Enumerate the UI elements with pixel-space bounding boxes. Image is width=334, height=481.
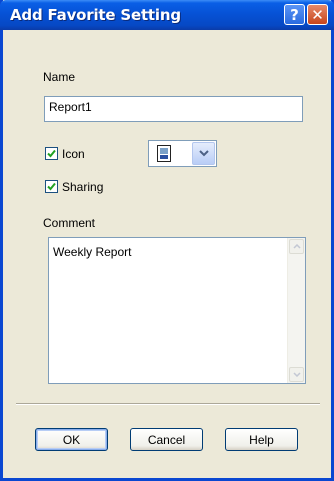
ok-button[interactable]: OK — [35, 428, 108, 451]
dialog-title: Add Favorite Setting — [10, 6, 181, 24]
document-icon — [157, 145, 171, 162]
checkmark-icon — [47, 149, 56, 158]
name-label: Name — [43, 70, 76, 84]
scroll-down-button[interactable] — [289, 367, 304, 382]
chevron-down-icon — [198, 150, 209, 157]
comment-label: Comment — [43, 216, 96, 230]
title-bar[interactable]: Add Favorite Setting ? ✕ — [0, 0, 334, 30]
chevron-up-icon — [292, 244, 301, 249]
checkmark-icon — [47, 182, 56, 191]
dialog-window: Add Favorite Setting ? ✕ Name Report1 Ic… — [0, 0, 334, 481]
close-icon: ✕ — [311, 5, 324, 24]
sharing-checkbox-label: Sharing — [62, 180, 104, 194]
name-field[interactable]: Report1 — [44, 96, 303, 122]
scroll-up-button[interactable] — [289, 239, 304, 254]
cancel-button[interactable]: Cancel — [130, 428, 203, 451]
help-title-button[interactable]: ? — [284, 4, 305, 25]
button-divider — [16, 403, 320, 405]
comment-textarea-value: Weekly Report — [53, 245, 132, 259]
dropdown-button[interactable] — [192, 142, 215, 165]
name-field-value: Report1 — [49, 100, 92, 114]
comment-scrollbar[interactable] — [287, 238, 305, 383]
icon-select[interactable] — [148, 140, 217, 167]
icon-checkbox-label: Icon — [62, 147, 85, 161]
close-title-button[interactable]: ✕ — [307, 4, 328, 25]
chevron-down-icon — [292, 372, 301, 377]
sharing-checkbox[interactable] — [45, 180, 58, 193]
icon-checkbox[interactable] — [45, 147, 58, 160]
help-button[interactable]: Help — [225, 428, 298, 451]
comment-textarea[interactable]: Weekly Report — [48, 237, 306, 384]
question-icon: ? — [290, 5, 299, 24]
